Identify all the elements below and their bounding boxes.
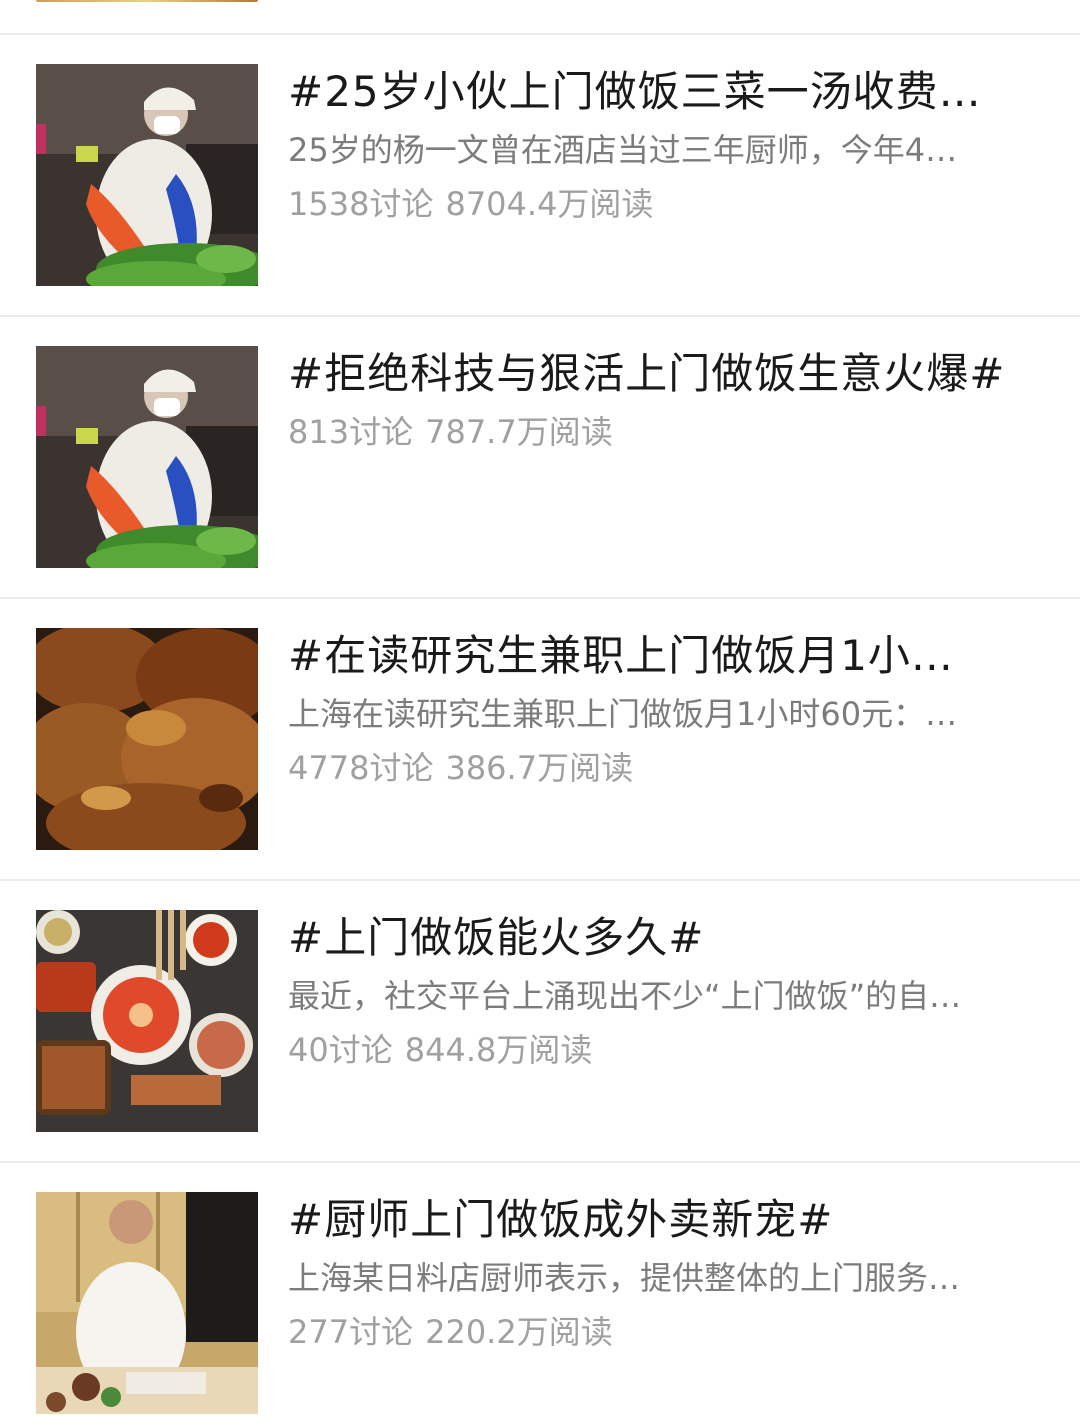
topic-title[interactable]: #拒绝科技与狠活上门做饭生意火爆# (288, 346, 1044, 402)
topic-description: 上海在读研究生兼职上门做饭月1小时60元：… (288, 695, 958, 733)
topic-item-1[interactable]: #25岁小伙上门做饭三菜一汤收费… 25岁的杨一文曾在酒店当过三年厨师，今年4…… (0, 34, 1080, 314)
discussion-count: 1538讨论 (288, 185, 434, 223)
topic-description: 25岁的杨一文曾在酒店当过三年厨师，今年4… (288, 131, 958, 169)
read-count: 220.2万阅读 (425, 1313, 613, 1351)
topic-text: #拒绝科技与狠活上门做饭生意火爆# 813讨论 787.7万阅读 (288, 346, 1044, 456)
topic-text: #25岁小伙上门做饭三菜一汤收费… 25岁的杨一文曾在酒店当过三年厨师，今年4…… (288, 64, 1044, 228)
topic-stats: 40讨论 844.8万阅读 (288, 1026, 1044, 1074)
read-count: 844.8万阅读 (404, 1031, 593, 1069)
topic-title[interactable]: #上门做饭能火多久# (288, 910, 1044, 966)
topic-stats: 813讨论 787.7万阅读 (288, 408, 1044, 456)
topic-description: 上海某日料店厨师表示，提供整体的上门服务… (288, 1259, 961, 1297)
read-count: 787.7万阅读 (425, 413, 613, 451)
topic-item-2[interactable]: #拒绝科技与狠活上门做饭生意火爆# 813讨论 787.7万阅读 (0, 316, 1080, 596)
read-count: 386.7万阅读 (445, 749, 634, 787)
chef-at-market-photo-icon (36, 64, 258, 286)
discussion-count: 813讨论 (288, 413, 414, 451)
topic-description: 最近，社交平台上涌现出不少“上门做饭”的自… (288, 977, 962, 1015)
topic-item-4[interactable]: #上门做饭能火多久# 最近，社交平台上涌现出不少“上门做饭”的自… 40讨论 84… (0, 880, 1080, 1160)
discussion-count: 40讨论 (288, 1031, 393, 1069)
topic-title[interactable]: #25岁小伙上门做饭三菜一汤收费… (288, 64, 1044, 120)
discussion-count: 4778讨论 (288, 749, 434, 787)
read-count: 8704.4万阅读 (445, 185, 654, 223)
previous-item-thumbnail-edge (36, 0, 258, 2)
topic-text: #厨师上门做饭成外卖新宠# 上海某日料店厨师表示，提供整体的上门服务… 277讨… (288, 1192, 1044, 1356)
discussion-count: 277讨论 (288, 1313, 414, 1351)
topic-list: #25岁小伙上门做饭三菜一汤收费… 25岁的杨一文曾在酒店当过三年厨师，今年4…… (0, 0, 1080, 1428)
topic-stats: 1538讨论 8704.4万阅读 (288, 180, 1044, 228)
topic-text: #上门做饭能火多久# 最近，社交平台上涌现出不少“上门做饭”的自… 40讨论 84… (288, 910, 1044, 1074)
topic-item-5[interactable]: #厨师上门做饭成外卖新宠# 上海某日料店厨师表示，提供整体的上门服务… 277讨… (0, 1162, 1080, 1428)
chef-at-market-photo-icon (36, 346, 258, 568)
topic-text: #在读研究生兼职上门做饭月1小… 上海在读研究生兼职上门做饭月1小时60元：… … (288, 628, 1044, 792)
topic-title[interactable]: #厨师上门做饭成外卖新宠# (288, 1192, 1044, 1248)
topic-stats: 4778讨论 386.7万阅读 (288, 744, 1044, 792)
chef-kitchen-photo-icon (36, 1192, 258, 1414)
roast-meat-photo-icon (36, 628, 258, 850)
topic-item-3[interactable]: #在读研究生兼职上门做饭月1小… 上海在读研究生兼职上门做饭月1小时60元：… … (0, 598, 1080, 878)
food-spread-photo-icon (36, 910, 258, 1132)
topic-stats: 277讨论 220.2万阅读 (288, 1308, 1044, 1356)
topic-title[interactable]: #在读研究生兼职上门做饭月1小… (288, 628, 1044, 684)
